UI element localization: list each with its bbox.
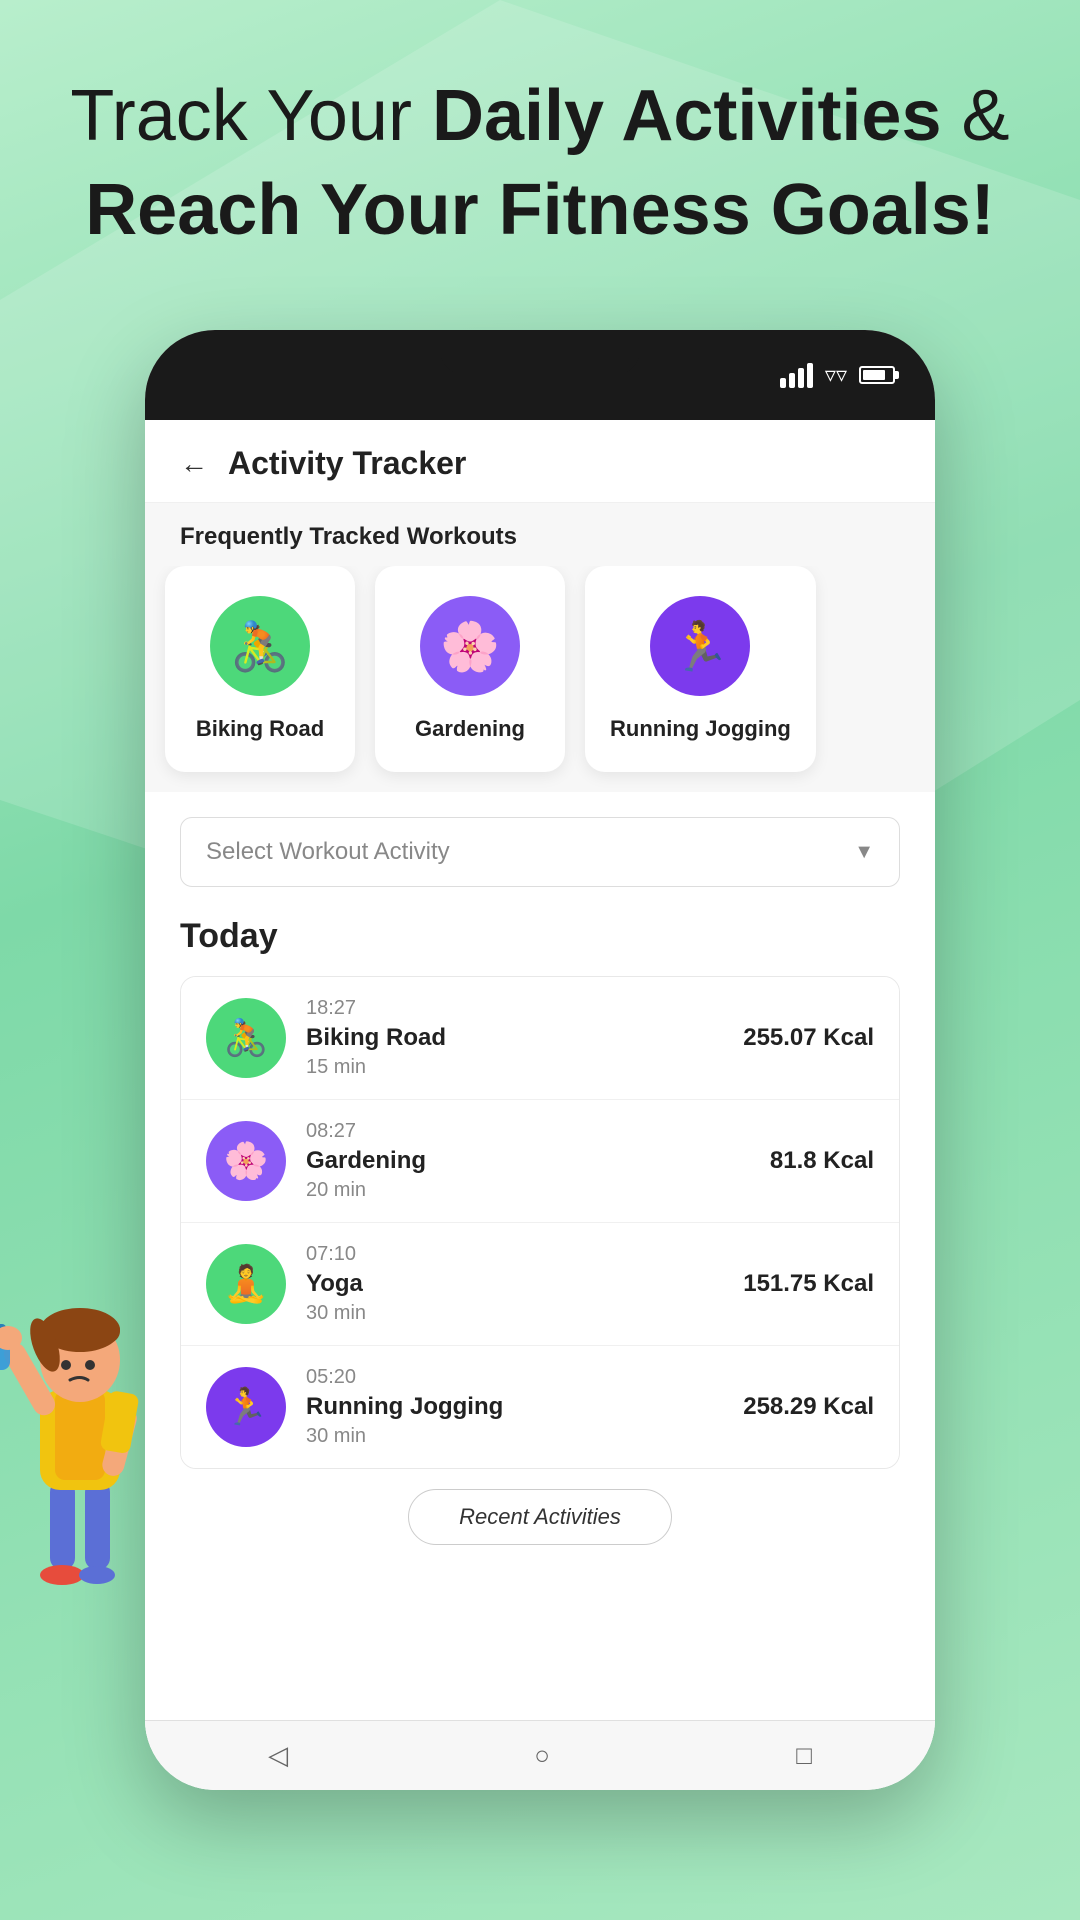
- workout-dropdown[interactable]: Select Workout Activity ▼: [180, 817, 900, 887]
- nav-home-icon[interactable]: ○: [534, 1740, 550, 1771]
- biking-icon: 🚴: [210, 596, 310, 696]
- gardening-activity-name: Gardening: [306, 1147, 750, 1175]
- phone-mockup: ▿▿ ← Activity Tracker Frequently Tracked…: [145, 330, 935, 1790]
- hero-track: Track Your: [70, 76, 412, 156]
- activity-item-gardening: 🌸 08:27 Gardening 20 min 81.8 Kcal: [181, 1100, 899, 1223]
- phone-content: ← Activity Tracker Frequently Tracked Wo…: [145, 420, 935, 1790]
- biking-time: 18:27: [306, 997, 723, 1020]
- yoga-time: 07:10: [306, 1243, 723, 1266]
- battery-icon: [859, 366, 895, 384]
- biking-name: Biking Road: [196, 716, 324, 742]
- workout-cards-container: 🚴 Biking Road 🌸 Gardening 🏃 Running Jogg…: [145, 566, 935, 792]
- running-duration: 30 min: [306, 1425, 723, 1448]
- hero-line1: Track Your Daily Activities &: [60, 70, 1020, 164]
- dropdown-placeholder: Select Workout Activity: [206, 838, 450, 866]
- activity-list: 🚴 18:27 Biking Road 15 min 255.07 Kcal 🌸…: [180, 976, 900, 1469]
- running-calories: 258.29 Kcal: [743, 1393, 874, 1421]
- character-illustration: [0, 1250, 190, 1630]
- gardening-calories: 81.8 Kcal: [770, 1147, 874, 1175]
- hero-daily: Daily Activities: [432, 76, 942, 156]
- yoga-calories: 151.75 Kcal: [743, 1270, 874, 1298]
- activity-icon-yoga: 🧘: [206, 1244, 286, 1324]
- running-activity-name: Running Jogging: [306, 1393, 723, 1421]
- status-bar: ▿▿: [145, 330, 935, 420]
- activity-item-yoga: 🧘 07:10 Yoga 30 min 151.75 Kcal: [181, 1223, 899, 1346]
- back-button[interactable]: ←: [180, 448, 208, 480]
- activity-icon-gardening: 🌸: [206, 1121, 286, 1201]
- gardening-icon: 🌸: [420, 596, 520, 696]
- app-header: ← Activity Tracker: [145, 420, 935, 503]
- today-header: Today: [180, 917, 900, 956]
- hero-ampersand: &: [962, 76, 1010, 156]
- nav-recent-icon[interactable]: □: [796, 1740, 812, 1771]
- status-icons: ▿▿: [780, 362, 895, 388]
- gardening-time: 08:27: [306, 1120, 750, 1143]
- notch: [440, 330, 640, 375]
- biking-calories: 255.07 Kcal: [743, 1024, 874, 1052]
- workout-card-gardening[interactable]: 🌸 Gardening: [375, 566, 565, 772]
- workout-card-biking[interactable]: 🚴 Biking Road: [165, 566, 355, 772]
- nav-back-icon[interactable]: ◁: [268, 1740, 288, 1771]
- yoga-activity-name: Yoga: [306, 1270, 723, 1298]
- recent-btn-container: Recent Activities: [180, 1469, 900, 1555]
- activity-info-running: 05:20 Running Jogging 30 min: [306, 1366, 723, 1448]
- yoga-duration: 30 min: [306, 1302, 723, 1325]
- gardening-name: Gardening: [415, 716, 525, 742]
- activity-item-running: 🏃 05:20 Running Jogging 30 min 258.29 Kc…: [181, 1346, 899, 1468]
- workout-card-running[interactable]: 🏃 Running Jogging: [585, 566, 816, 772]
- section-label: Frequently Tracked Workouts: [145, 503, 935, 566]
- activity-icon-biking: 🚴: [206, 998, 286, 1078]
- hero-line2: Reach Your Fitness Goals!: [60, 164, 1020, 258]
- signal-bars: [780, 363, 813, 388]
- main-content: Select Workout Activity ▼ Today 🚴 18:27 …: [145, 792, 935, 1720]
- running-time: 05:20: [306, 1366, 723, 1389]
- workout-cards: 🚴 Biking Road 🌸 Gardening 🏃 Running Jogg…: [165, 566, 935, 772]
- recent-activities-button[interactable]: Recent Activities: [408, 1489, 672, 1545]
- activity-info-gardening: 08:27 Gardening 20 min: [306, 1120, 750, 1202]
- dropdown-container: Select Workout Activity ▼: [180, 817, 900, 887]
- app-title: Activity Tracker: [228, 445, 466, 482]
- biking-duration: 15 min: [306, 1056, 723, 1079]
- gardening-duration: 20 min: [306, 1179, 750, 1202]
- activity-item-biking: 🚴 18:27 Biking Road 15 min 255.07 Kcal: [181, 977, 899, 1100]
- activity-info-biking: 18:27 Biking Road 15 min: [306, 997, 723, 1079]
- biking-activity-name: Biking Road: [306, 1024, 723, 1052]
- activity-info-yoga: 07:10 Yoga 30 min: [306, 1243, 723, 1325]
- wifi-icon: ▿▿: [825, 362, 847, 388]
- running-icon: 🏃: [650, 596, 750, 696]
- activity-icon-running: 🏃: [206, 1367, 286, 1447]
- running-name: Running Jogging: [610, 716, 791, 742]
- dropdown-arrow-icon: ▼: [854, 841, 874, 864]
- bottom-nav: ◁ ○ □: [145, 1720, 935, 1790]
